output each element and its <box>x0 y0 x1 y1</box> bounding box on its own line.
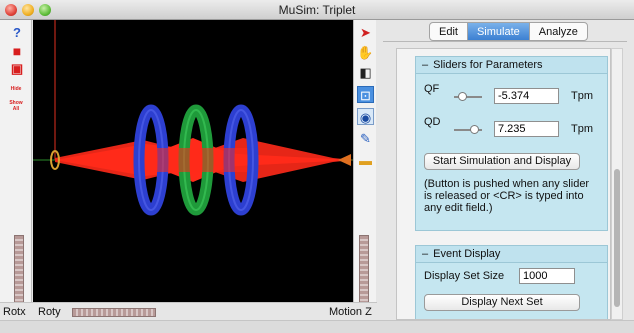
event-display-section: –Event Display Display Set Size Display … <box>415 245 608 319</box>
end-marker <box>338 154 351 166</box>
start-simulation-button[interactable]: Start Simulation and Display <box>424 153 580 170</box>
vertical-scrollbar[interactable] <box>611 48 623 320</box>
qd-value-field[interactable] <box>494 121 559 137</box>
collapse-icon[interactable]: – <box>422 248 428 260</box>
motion-z-slider[interactable] <box>359 235 369 303</box>
slider-note-line: any edit field.) <box>424 202 493 214</box>
sliders-section: –Sliders for Parameters QF Tpm QD Tpm St… <box>415 56 608 231</box>
slider-note: (Button is pushed when any slider is rel… <box>424 178 589 214</box>
tab-simulate[interactable]: Simulate <box>467 23 530 40</box>
qf-unit: Tpm <box>571 90 593 102</box>
qf-value-field[interactable] <box>494 88 559 104</box>
control-panel: Edit Simulate Analyze – Sliders for Param… <box>377 20 634 320</box>
rotx-slider[interactable] <box>14 235 24 303</box>
roty-slider[interactable] <box>72 308 156 317</box>
qd-unit: Tpm <box>571 123 593 135</box>
tab-analyze[interactable]: Analyze <box>530 23 587 40</box>
title-bar: MuSim: Triplet <box>0 0 634 20</box>
left-toolbar: ? ■ ▣ Hide Show All <box>0 20 32 303</box>
3d-view[interactable] <box>33 20 353 302</box>
tab-bar: Edit Simulate Analyze <box>429 22 588 41</box>
flashlight-icon[interactable]: ✎ <box>357 130 374 147</box>
show-all-icon[interactable]: Show All <box>7 100 25 114</box>
qf-label: QF <box>424 83 440 95</box>
qd-slider-knob[interactable] <box>470 125 479 134</box>
sliders-section-header[interactable]: – Sliders for Parameters <box>416 57 607 74</box>
sliders-section-title: Sliders for Parameters <box>433 59 543 71</box>
slider-note-line: is released or <CR> is typed into <box>424 190 584 202</box>
color-swatch-icon[interactable]: ▬ <box>357 152 374 169</box>
tab-edit[interactable]: Edit <box>430 23 468 40</box>
eye-icon[interactable]: ◉ <box>357 108 374 125</box>
collapse-icon[interactable]: – <box>422 59 428 71</box>
display-set-size-label: Display Set Size <box>424 270 505 282</box>
cube-view-icon[interactable]: ◧ <box>357 64 374 81</box>
slider-note-line: (Button is pushed when any slider <box>424 178 590 190</box>
arrow-pointer-icon[interactable]: ➤ <box>357 24 374 41</box>
event-display-header[interactable]: – Event Display <box>416 246 607 263</box>
beamline-render <box>33 20 353 216</box>
scrollbar-thumb[interactable] <box>614 169 620 307</box>
right-toolbar: ➤ ✋ ◧ ⊡ ◉ ✎ ▬ <box>353 20 376 303</box>
rotx-label: Rotx <box>3 306 26 318</box>
beam-core <box>145 148 247 172</box>
reset-view-icon[interactable]: ⊡ <box>357 86 374 103</box>
red-box-icon[interactable]: ▣ <box>10 62 24 76</box>
qf-slider-knob[interactable] <box>458 92 467 101</box>
roty-label: Roty <box>38 306 61 318</box>
window-title: MuSim: Triplet <box>278 3 356 17</box>
red-cube-icon[interactable]: ■ <box>10 44 24 58</box>
hide-icon[interactable]: Hide <box>7 82 25 96</box>
help-icon[interactable]: ? <box>10 26 24 40</box>
qd-label: QD <box>424 116 441 128</box>
bottom-controls: Rotx Roty Motion Z <box>0 302 377 320</box>
display-next-set-button[interactable]: Display Next Set <box>424 294 580 311</box>
simulate-scroll-area[interactable]: –Sliders for Parameters QF Tpm QD Tpm St… <box>396 48 611 320</box>
event-display-title: Event Display <box>433 248 501 260</box>
status-bar <box>0 320 634 333</box>
hand-icon[interactable]: ✋ <box>357 44 374 61</box>
display-set-size-field[interactable] <box>519 268 575 284</box>
motion-z-label: Motion Z <box>329 306 372 318</box>
tab-divider <box>383 41 627 42</box>
